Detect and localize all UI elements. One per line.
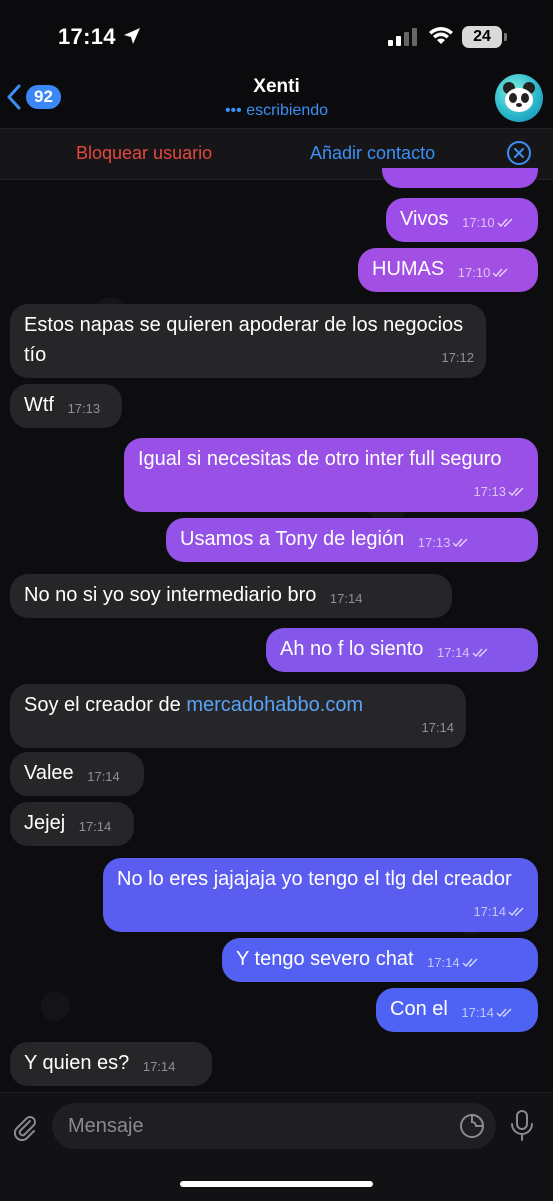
message-bubble-incoming[interactable]: No no si yo soy intermediario bro 17:14 — [10, 574, 452, 618]
battery-indicator: 24 — [462, 26, 502, 48]
message-text: Valee — [24, 762, 74, 784]
message-meta: 17:10 — [458, 258, 511, 288]
message-bubble-partial — [382, 168, 538, 188]
message-meta: 17:13 — [473, 477, 526, 507]
message-meta: 17:10 — [462, 208, 515, 238]
message-text: Y quien es? — [24, 1052, 130, 1074]
message-meta: 17:13 — [418, 528, 471, 558]
message-input-placeholder: Mensaje — [68, 1115, 144, 1137]
close-action-bar-button[interactable] — [507, 141, 531, 165]
message-text: Soy el creador de mercadohabbo.com — [24, 690, 452, 720]
message-text: Con el — [390, 998, 448, 1020]
message-composer: Mensaje — [0, 1092, 553, 1201]
home-indicator — [180, 1181, 373, 1187]
message-input[interactable]: Mensaje — [52, 1103, 496, 1149]
message-bubble-incoming[interactable]: Wtf 17:13 — [10, 384, 122, 428]
message-time: 17:14 — [329, 591, 363, 606]
add-contact-button[interactable]: Añadir contacto — [310, 143, 435, 164]
message-bubble-outgoing[interactable]: Con el 17:14 — [376, 988, 538, 1032]
message-time: 17:14 — [461, 1005, 494, 1020]
message-time: 17:13 — [473, 484, 506, 499]
message-text: Igual si necesitas de otro inter full se… — [138, 448, 502, 470]
message-time: 17:12 — [441, 350, 474, 365]
message-text: No lo eres jajajaja yo tengo el tlg del … — [117, 868, 512, 890]
message-bubble-incoming[interactable]: Estos napas se quieren apoderar de los n… — [10, 304, 486, 378]
double-check-icon — [497, 218, 513, 228]
message-bubble-outgoing[interactable]: Vivos 17:10 — [386, 198, 538, 242]
message-text: Vivos — [400, 208, 449, 230]
message-meta: 17:14 — [437, 638, 490, 668]
status-bar: 17:14 24 — [0, 0, 553, 70]
message-text: Ah no f lo siento — [280, 638, 424, 660]
sticker-icon[interactable] — [458, 1112, 486, 1140]
double-check-icon — [452, 538, 468, 548]
microphone-icon[interactable] — [508, 1109, 536, 1143]
message-text: Usamos a Tony de legión — [180, 528, 405, 550]
double-check-icon — [472, 648, 488, 658]
double-check-icon — [508, 487, 524, 497]
message-bubble-outgoing[interactable]: HUMAS 17:10 — [358, 248, 538, 292]
message-meta: 17:14 — [427, 948, 480, 978]
message-time: 17:14 — [421, 720, 454, 735]
wifi-icon — [429, 27, 453, 44]
message-bubble-outgoing[interactable]: Ah no f lo siento 17:14 — [266, 628, 538, 672]
message-text: Estos napas se quieren apoderar de los n… — [24, 314, 464, 366]
message-text: Y tengo severo chat — [236, 948, 414, 970]
message-text: HUMAS — [372, 258, 445, 280]
message-time: 17:14 — [437, 645, 470, 660]
block-user-button[interactable]: Bloquear usuario — [76, 143, 212, 164]
message-meta: 17:14 — [473, 897, 526, 927]
message-bubble-incoming[interactable]: Valee 17:14 — [10, 752, 144, 796]
typing-status: ••• escribiendo — [224, 102, 329, 119]
message-bubble-incoming[interactable]: Y quien es? 17:14 — [10, 1042, 212, 1086]
message-time: 17:10 — [462, 215, 495, 230]
avatar[interactable] — [495, 74, 543, 122]
paperclip-icon[interactable] — [10, 1113, 40, 1143]
battery-tip — [504, 33, 507, 41]
cellular-signal-icon — [388, 28, 417, 46]
message-text: Jejej — [24, 812, 66, 834]
chat-header: 92 Xenti ••• escribiendo — [0, 66, 553, 128]
message-bubble-incoming[interactable]: Jejej 17:14 — [10, 802, 134, 846]
message-link[interactable]: mercadohabbo.com — [186, 694, 363, 716]
message-bubble-outgoing[interactable]: No lo eres jajajaja yo tengo el tlg del … — [103, 858, 538, 932]
message-time: 17:14 — [87, 769, 120, 784]
double-check-icon — [492, 268, 508, 278]
message-bubble-outgoing[interactable]: Y tengo severo chat 17:14 — [222, 938, 538, 982]
close-icon — [514, 148, 524, 158]
contact-name[interactable]: Xenti — [0, 76, 553, 98]
message-time: 17:13 — [67, 401, 101, 416]
location-arrow-icon — [124, 28, 140, 44]
message-text: No no si yo soy intermediario bro — [24, 584, 317, 606]
message-time: 17:14 — [473, 904, 506, 919]
double-check-icon — [496, 1008, 512, 1018]
double-check-icon — [462, 958, 478, 968]
message-meta: 17:14 — [461, 998, 514, 1028]
message-time: 17:14 — [78, 819, 112, 834]
message-time: 17:14 — [427, 955, 460, 970]
panda-avatar-icon — [503, 82, 535, 112]
message-bubble-outgoing[interactable]: Usamos a Tony de legión 17:13 — [166, 518, 538, 562]
message-time: 17:14 — [142, 1059, 176, 1074]
message-text-prefix: Soy el creador de — [24, 694, 181, 716]
message-bubble-incoming[interactable]: Soy el creador de mercadohabbo.com 17:14 — [10, 684, 466, 748]
message-time: 17:10 — [457, 265, 491, 280]
status-time: 17:14 — [58, 24, 116, 49]
message-bubble-outgoing[interactable]: Igual si necesitas de otro inter full se… — [124, 438, 538, 512]
double-check-icon — [508, 907, 524, 917]
message-text: Wtf — [24, 394, 54, 416]
message-time: 17:13 — [417, 535, 451, 550]
